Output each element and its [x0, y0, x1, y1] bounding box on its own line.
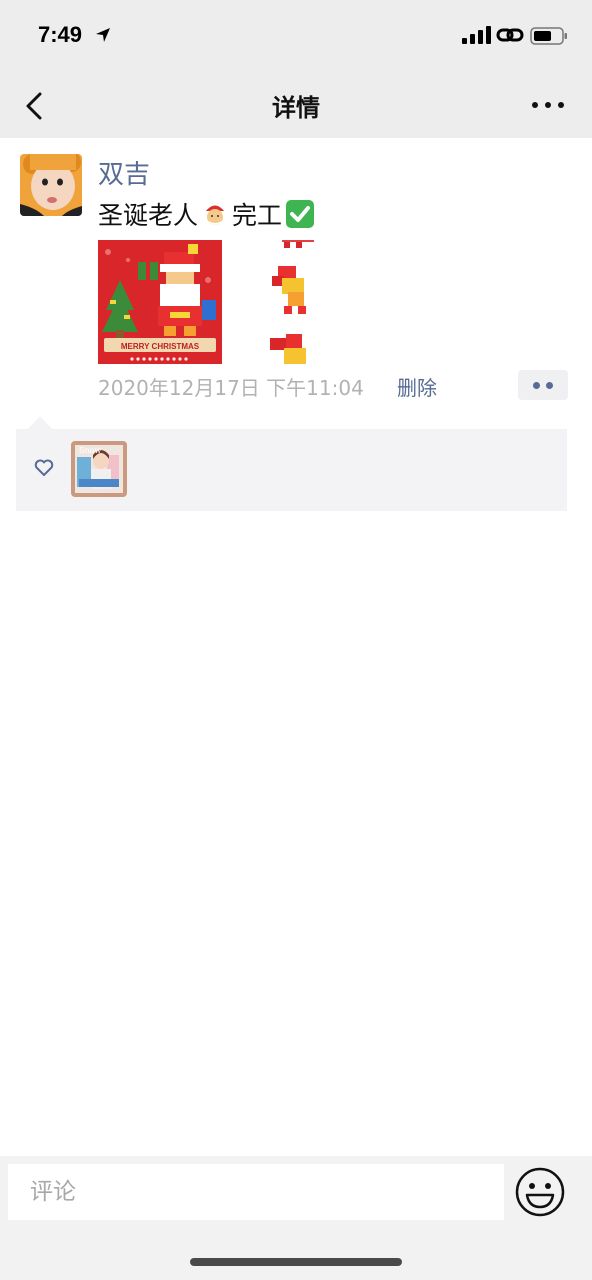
check-mark-emoji-icon	[286, 200, 315, 228]
photo-caption: MERRY CHRISTMAS	[121, 342, 200, 351]
battery-icon	[530, 27, 567, 45]
likes-panel-pointer	[28, 416, 52, 429]
home-indicator	[190, 1258, 402, 1266]
liker-avatar-text: Snow	[79, 446, 101, 455]
dot-icon	[533, 382, 540, 389]
heart-icon	[34, 459, 54, 476]
post-text-part1: 圣诞老人	[98, 201, 199, 230]
signal-icon	[462, 26, 491, 44]
post-text: 圣诞老人 完工	[98, 196, 316, 232]
like-comment-button[interactable]	[518, 370, 568, 400]
dot-icon	[546, 382, 553, 389]
post-photo-1[interactable]: MERRY CHRISTMAS	[98, 240, 222, 364]
comment-bar	[0, 1156, 592, 1280]
page-title: 详情	[272, 94, 320, 122]
delete-link[interactable]: 删除	[397, 372, 437, 401]
status-time: 7:49	[38, 22, 83, 47]
post-photo-2[interactable]	[226, 240, 350, 364]
status-bar: 7:49	[0, 0, 592, 72]
comment-input[interactable]	[8, 1164, 504, 1220]
likes-panel: Snow	[16, 429, 567, 511]
dot-icon	[558, 102, 564, 108]
liker-avatar[interactable]: Snow	[71, 441, 127, 497]
dot-icon	[545, 102, 551, 108]
post-text-part2: 完工	[232, 201, 283, 230]
location-arrow-icon	[96, 28, 110, 42]
link-icon	[496, 28, 524, 42]
dot-icon	[532, 102, 538, 108]
nav-bar: 详情	[0, 72, 592, 138]
post-timestamp: 2020年12月17日 下午11:04	[98, 376, 364, 400]
emoji-face-icon[interactable]	[514, 1166, 566, 1218]
user-avatar[interactable]	[20, 154, 82, 216]
post-username[interactable]: 双吉	[98, 154, 150, 191]
santa-emoji-icon	[204, 205, 227, 225]
more-options-button[interactable]	[526, 92, 570, 118]
